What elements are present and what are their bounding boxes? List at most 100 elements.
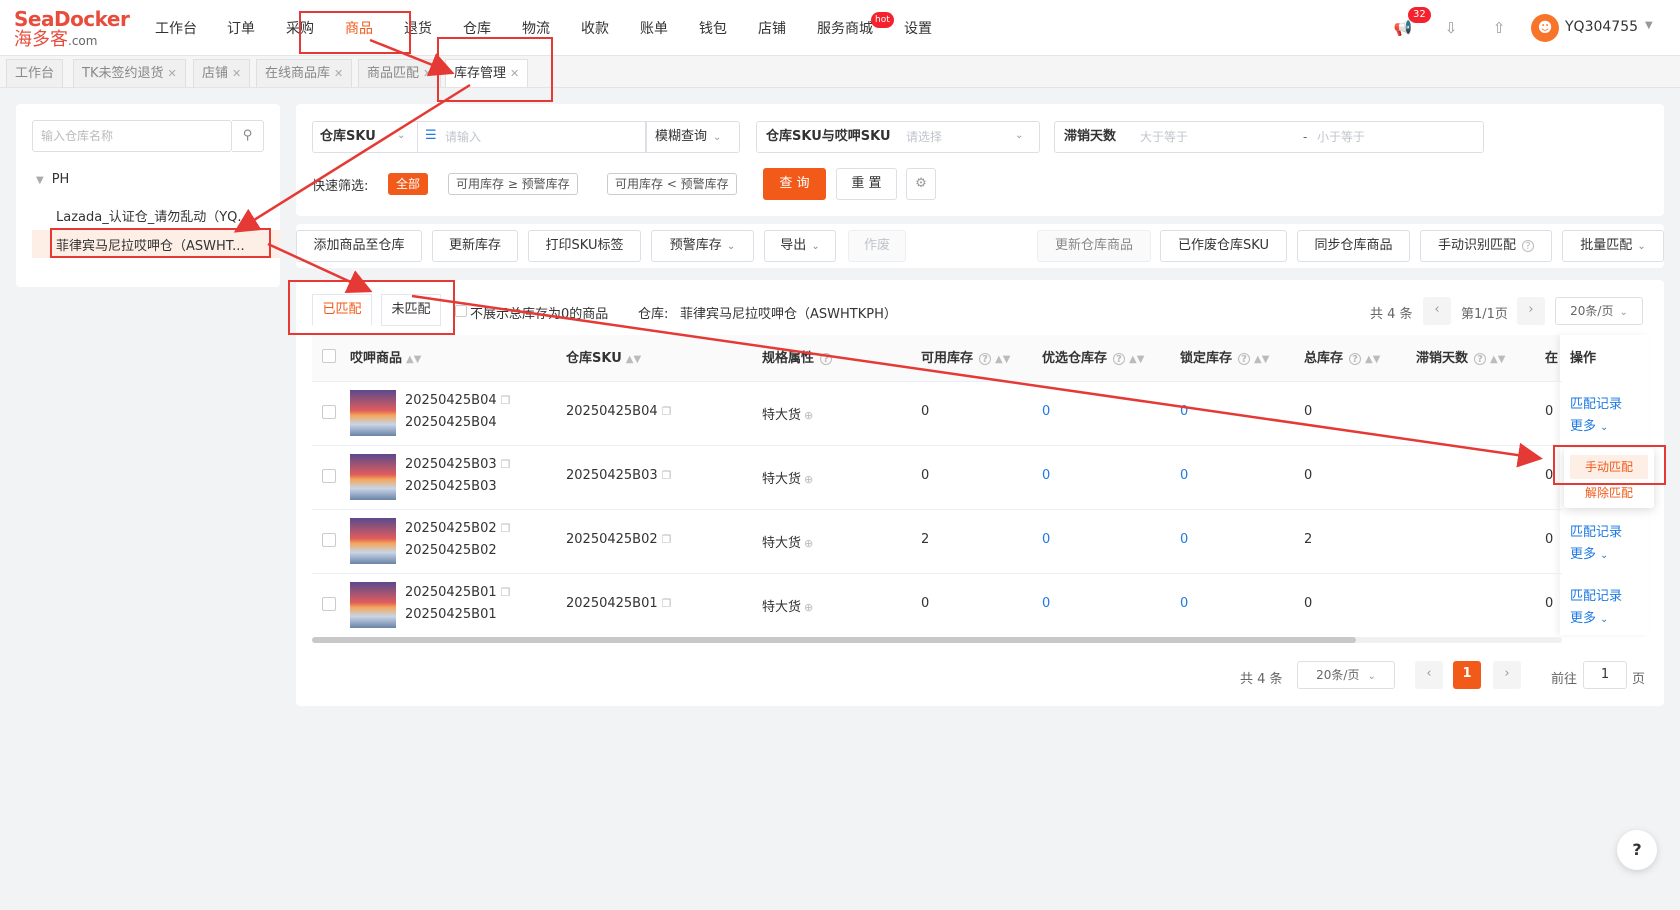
voided-sku-button[interactable]: 已作废仓库SKU [1160, 230, 1287, 262]
product-thumbnail[interactable] [350, 582, 396, 628]
more-dropdown[interactable]: 更多 ⌄ [1570, 543, 1608, 562]
batch-match-dropdown[interactable]: 批量匹配 ⌄ [1562, 230, 1664, 262]
horizontal-scrollbar-thumb[interactable] [312, 637, 1356, 643]
product-thumbnail[interactable] [350, 518, 396, 564]
quick-filter-all[interactable]: 全部 [388, 173, 429, 195]
warehouse-search-input[interactable]: 输入仓库名称 [32, 120, 232, 152]
avatar[interactable]: ☻ [1531, 14, 1559, 42]
tab-workbench[interactable]: 工作台 [6, 59, 64, 87]
prev-page-icon[interactable]: ‹ [1415, 661, 1443, 689]
goto-page-input[interactable]: 1 [1583, 661, 1627, 689]
top-page-size-select[interactable]: 20条/页 ⌄ [1555, 297, 1643, 325]
search-icon[interactable]: ⚲ [232, 120, 264, 152]
copy-icon[interactable]: ❐ [662, 469, 672, 482]
sync-warehouse-products-button[interactable]: 同步仓库商品 [1297, 230, 1410, 262]
tab-product-match[interactable]: 商品匹配 ✕ [358, 59, 442, 87]
copy-icon[interactable]: ❐ [662, 597, 672, 610]
nav-settings[interactable]: 设置 [904, 0, 932, 56]
quick-filter-avail-lt-warning[interactable]: 可用库存 < 预警库存 [607, 173, 737, 195]
col-total[interactable]: 总库存? ▲▼ [1304, 347, 1380, 366]
copy-icon[interactable]: ❐ [501, 458, 511, 471]
quick-filter-avail-ge-warning[interactable]: 可用库存 ≥ 预警库存 [448, 173, 578, 195]
tab-stores[interactable]: 店铺 ✕ [193, 59, 251, 87]
stale-min-input[interactable]: 大于等于 [1140, 121, 1188, 153]
close-icon[interactable]: ✕ [334, 67, 343, 80]
copy-icon[interactable]: ❐ [501, 394, 511, 407]
col-locked[interactable]: 锁定库存? ▲▼ [1180, 347, 1269, 366]
next-page-icon[interactable]: › [1517, 297, 1545, 325]
plus-circle-icon[interactable]: ⊕ [804, 409, 813, 422]
more-dropdown[interactable]: 更多 ⌄ [1570, 607, 1608, 626]
col-available[interactable]: 可用库存? ▲▼ [921, 347, 1010, 366]
gear-icon[interactable]: ⚙ [906, 168, 936, 200]
copy-icon[interactable]: ❐ [662, 405, 672, 418]
plus-circle-icon[interactable]: ⊕ [804, 537, 813, 550]
nav-bills[interactable]: 账单 [640, 0, 668, 56]
col-warehouse-sku[interactable]: 仓库SKU ▲▼ [566, 347, 641, 366]
upload-icon[interactable]: ⇧ [1487, 16, 1511, 40]
next-page-icon[interactable]: › [1493, 661, 1521, 689]
tab-tk-returns[interactable]: TK未签约退货 ✕ [73, 59, 186, 87]
update-warehouse-products-button[interactable]: 更新仓库商品 [1037, 230, 1151, 262]
download-icon[interactable]: ⇩ [1439, 16, 1463, 40]
preferred-stock[interactable]: 0 [1042, 596, 1050, 611]
warning-stock-dropdown[interactable]: 预警库存 ⌄ [651, 230, 754, 262]
row-checkbox[interactable] [322, 597, 336, 611]
query-button[interactable]: 查 询 [763, 168, 826, 200]
row-checkbox[interactable] [322, 405, 336, 419]
locked-stock[interactable]: 0 [1180, 596, 1188, 611]
username[interactable]: YQ304755 [1565, 19, 1638, 35]
logo[interactable]: SeaDocker 海多客.com [14, 8, 130, 50]
preferred-stock[interactable]: 0 [1042, 468, 1050, 483]
tree-group-ph[interactable]: ▼ PH [36, 172, 69, 187]
nav-payments[interactable]: 收款 [581, 0, 609, 56]
tab-online-products[interactable]: 在线商品库 ✕ [256, 59, 353, 87]
close-icon[interactable]: ✕ [232, 67, 241, 80]
chevron-down-icon[interactable]: ▼ [1645, 20, 1653, 31]
product-thumbnail[interactable] [350, 454, 396, 500]
prev-page-icon[interactable]: ‹ [1423, 297, 1451, 325]
plus-circle-icon[interactable]: ⊕ [804, 473, 813, 486]
bottom-page-size-select[interactable]: 20条/页 ⌄ [1297, 661, 1395, 689]
locked-stock[interactable]: 0 [1180, 468, 1188, 483]
add-to-warehouse-button[interactable]: 添加商品至仓库 [296, 230, 422, 262]
col-preferred[interactable]: 优选仓库存? ▲▼ [1042, 347, 1144, 366]
match-record-link[interactable]: 匹配记录 [1570, 521, 1622, 540]
preferred-stock[interactable]: 0 [1042, 404, 1050, 419]
copy-icon[interactable]: ❐ [501, 586, 511, 599]
page-1-button[interactable]: 1 [1453, 661, 1481, 689]
print-sku-label-button[interactable]: 打印SKU标签 [528, 230, 641, 262]
select-all-checkbox[interactable] [322, 349, 336, 363]
row-checkbox[interactable] [322, 469, 336, 483]
col-product[interactable]: 哎呷商品 ▲▼ [350, 347, 421, 366]
preferred-stock[interactable]: 0 [1042, 532, 1050, 547]
nav-service-mall[interactable]: 服务商城 [817, 0, 873, 56]
update-stock-button[interactable]: 更新库存 [432, 230, 518, 262]
tree-item-lazada[interactable]: Lazada_认证仓_请勿乱动（YQ... [56, 206, 266, 225]
nav-stores[interactable]: 店铺 [758, 0, 786, 56]
hide-zero-checkbox[interactable] [455, 305, 467, 317]
reset-button[interactable]: 重 置 [836, 168, 897, 200]
row-checkbox[interactable] [322, 533, 336, 547]
nav-wallet[interactable]: 钱包 [699, 0, 727, 56]
plus-circle-icon[interactable]: ⊕ [804, 601, 813, 614]
locked-stock[interactable]: 0 [1180, 404, 1188, 419]
col-stale-days[interactable]: 滞销天数? ▲▼ [1416, 347, 1505, 366]
copy-icon[interactable]: ❐ [501, 522, 511, 535]
void-button[interactable]: 作废 [848, 230, 906, 262]
manual-identify-match-button[interactable]: 手动识别匹配? [1420, 230, 1552, 262]
close-icon[interactable]: ✕ [167, 67, 176, 80]
help-button[interactable]: ? [1617, 830, 1657, 870]
match-mode-select[interactable]: 模糊查询 ⌄ [646, 121, 740, 153]
export-dropdown[interactable]: 导出 ⌄ [764, 230, 836, 262]
more-dropdown[interactable]: 更多 ⌄ [1570, 415, 1608, 434]
match-record-link[interactable]: 匹配记录 [1570, 585, 1622, 604]
stale-days-range[interactable] [1054, 121, 1484, 153]
close-icon[interactable]: ✕ [423, 67, 432, 80]
nav-orders[interactable]: 订单 [227, 0, 255, 56]
match-record-link[interactable]: 匹配记录 [1570, 393, 1622, 412]
copy-icon[interactable]: ❐ [662, 533, 672, 546]
nav-workbench[interactable]: 工作台 [155, 0, 197, 56]
locked-stock[interactable]: 0 [1180, 532, 1188, 547]
product-thumbnail[interactable] [350, 390, 396, 436]
